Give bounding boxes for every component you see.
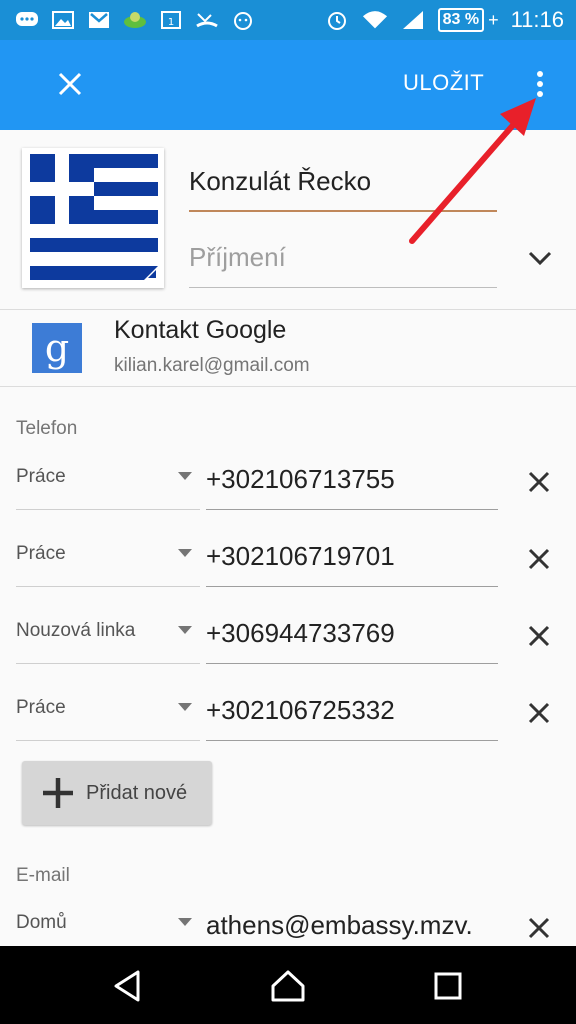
- phone-number-input[interactable]: +302106719701: [206, 537, 498, 587]
- svg-text:1: 1: [168, 17, 174, 28]
- surname-input[interactable]: Příjmení: [189, 236, 497, 288]
- notification-icons: 1: [0, 9, 256, 31]
- email-section-label: E-mail: [16, 865, 70, 886]
- dropdown-arrow-icon: [178, 472, 192, 480]
- image-icon: [50, 9, 76, 31]
- close-icon[interactable]: [526, 469, 552, 495]
- divider: [0, 309, 576, 310]
- name-input[interactable]: Konzulát Řecko: [189, 160, 497, 212]
- plus-icon: [43, 778, 73, 808]
- email-type-label: Domů: [16, 912, 67, 933]
- close-icon[interactable]: [526, 700, 552, 726]
- close-icon[interactable]: [526, 915, 552, 941]
- missed-call-icon: [194, 9, 220, 31]
- phone-type-select[interactable]: Práce: [16, 691, 200, 741]
- status-bar: 1 83 % + 11:16: [0, 0, 576, 40]
- phone-type-label: Práce: [16, 697, 66, 718]
- dropdown-arrow-icon: [178, 549, 192, 557]
- phone-type-select[interactable]: Práce: [16, 537, 200, 587]
- calendar-icon: 1: [158, 9, 184, 31]
- alarm-clock-icon: [324, 9, 350, 31]
- phone-number-input[interactable]: +302106713755: [206, 460, 498, 510]
- back-triangle-icon[interactable]: [108, 966, 148, 1006]
- divider: [0, 386, 576, 387]
- phone-section-label: Telefon: [16, 418, 78, 439]
- dropdown-arrow-icon: [178, 918, 192, 926]
- more-vert-icon[interactable]: [528, 66, 552, 102]
- greek-flag-image: [30, 154, 158, 282]
- recents-square-icon[interactable]: [428, 966, 468, 1006]
- system-icons: 83 % + 11:16: [324, 0, 564, 40]
- close-icon[interactable]: [526, 623, 552, 649]
- account-title: Kontakt Google: [114, 316, 287, 344]
- charging-icon: +: [488, 9, 499, 30]
- edit-toolbar: ULOŽIT: [0, 40, 576, 130]
- google-account-icon: g: [32, 323, 82, 373]
- add-phone-label: Přidat nové: [86, 781, 188, 804]
- contact-photo[interactable]: [22, 148, 164, 288]
- clock: 11:16: [510, 7, 564, 32]
- navigation-bar: [0, 946, 576, 1024]
- phone-number-input[interactable]: +306944733769: [206, 614, 498, 664]
- phone-type-select[interactable]: Nouzová linka: [16, 614, 200, 664]
- close-icon[interactable]: [526, 546, 552, 572]
- dropdown-arrow-icon: [178, 703, 192, 711]
- save-button[interactable]: ULOŽIT: [403, 70, 484, 96]
- wifi-icon: [362, 9, 388, 31]
- signal-icon: [400, 9, 426, 31]
- phone-type-select[interactable]: Práce: [16, 460, 200, 510]
- add-phone-button[interactable]: Přidat nové: [22, 761, 212, 825]
- gmail-icon: [86, 9, 112, 31]
- phone-type-label: Práce: [16, 466, 66, 487]
- chat-icon: [14, 9, 40, 31]
- home-icon[interactable]: [268, 966, 308, 1006]
- weather-icon: [122, 9, 148, 31]
- alarm-app-icon: [230, 9, 256, 31]
- close-icon[interactable]: [52, 66, 88, 102]
- battery-indicator: 83 %: [437, 8, 485, 32]
- account-email: kilian.karel@gmail.com: [114, 355, 310, 376]
- phone-type-label: Nouzová linka: [16, 620, 136, 641]
- phone-number-input[interactable]: +302106725332: [206, 691, 498, 741]
- dropdown-arrow-icon: [178, 626, 192, 634]
- phone-type-label: Práce: [16, 543, 66, 564]
- chevron-down-icon[interactable]: [524, 244, 556, 272]
